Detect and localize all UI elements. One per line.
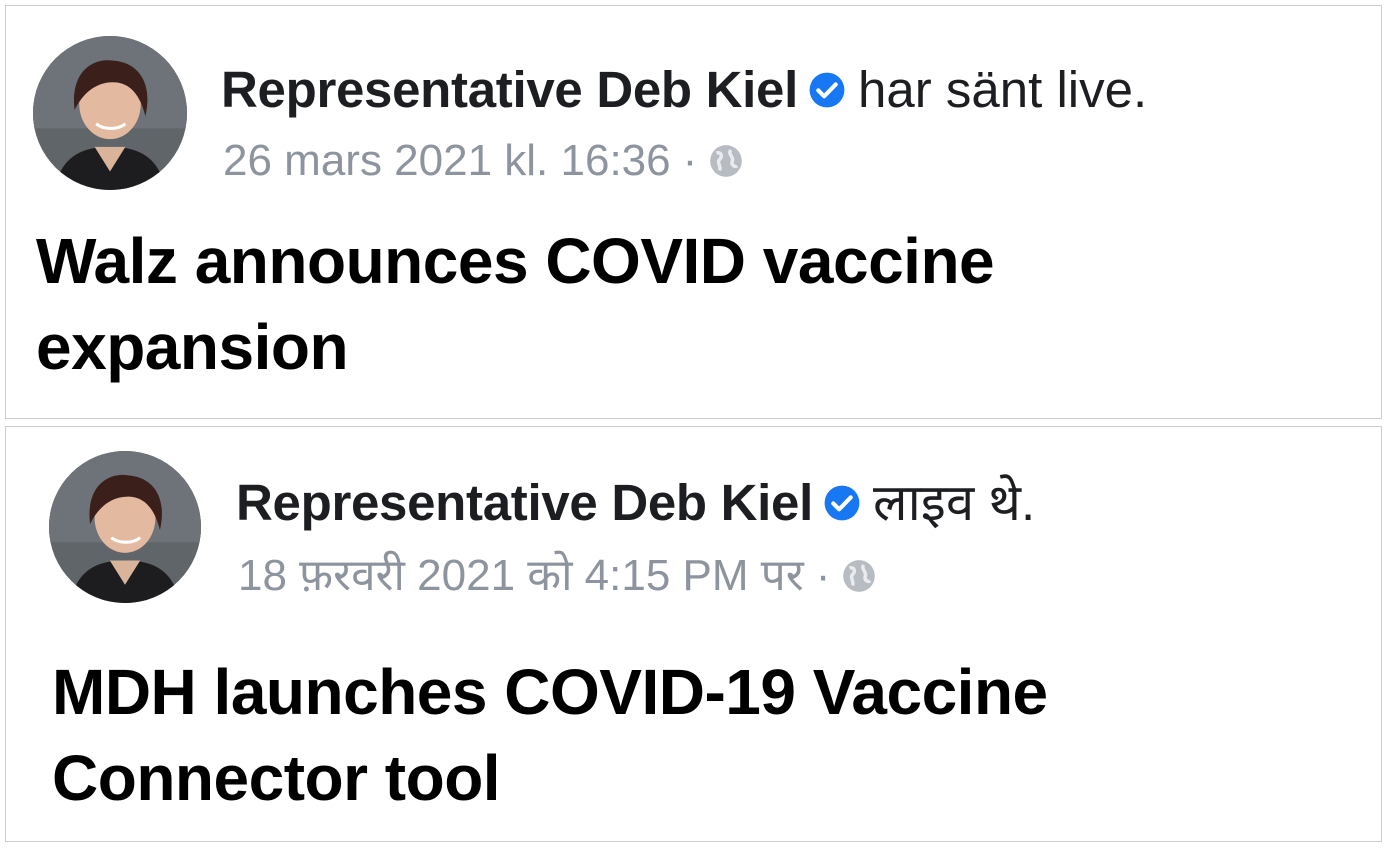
timestamp[interactable]: 26 mars 2021 kl. 16:36 xyxy=(223,139,671,183)
post-action-text: लाइव थे. xyxy=(873,474,1036,531)
headline-line-2: expansion xyxy=(36,311,349,383)
author-name[interactable]: Representative Deb Kiel xyxy=(236,477,813,528)
verified-badge-icon xyxy=(823,484,861,522)
globe-icon[interactable] xyxy=(840,557,878,595)
meta-separator: · xyxy=(815,551,831,600)
post-header: Representative Deb Kiel har sänt live. xyxy=(221,64,1147,115)
headline-line-1: Walz announces COVID vaccine xyxy=(36,225,995,297)
post-meta: 18 फ़रवरी 2021 को 4:15 PM पर · xyxy=(238,554,878,598)
post-header: Representative Deb Kiel लाइव थे. xyxy=(236,477,1035,528)
timestamp[interactable]: 18 फ़रवरी 2021 को 4:15 PM पर xyxy=(238,554,804,598)
author-name[interactable]: Representative Deb Kiel xyxy=(221,64,798,115)
avatar[interactable] xyxy=(49,451,201,603)
headline-line-1: MDH launches COVID-19 Vaccine xyxy=(52,656,1048,728)
post-headline[interactable]: Walz announces COVID vaccine expansion xyxy=(36,218,1136,390)
avatar[interactable] xyxy=(33,36,187,190)
globe-icon[interactable] xyxy=(707,142,745,180)
post-meta: 26 mars 2021 kl. 16:36 · xyxy=(223,139,745,183)
post-card: Representative Deb Kiel लाइव थे. 18 फ़रव… xyxy=(5,426,1382,842)
post-action-text: har sänt live. xyxy=(858,61,1148,118)
meta-separator: · xyxy=(682,136,698,185)
post-card: Representative Deb Kiel har sänt live. 2… xyxy=(5,5,1382,419)
headline-line-2: Connector tool xyxy=(52,742,501,814)
post-headline[interactable]: MDH launches COVID-19 Vaccine Connector … xyxy=(52,649,1202,821)
verified-badge-icon xyxy=(808,71,846,109)
